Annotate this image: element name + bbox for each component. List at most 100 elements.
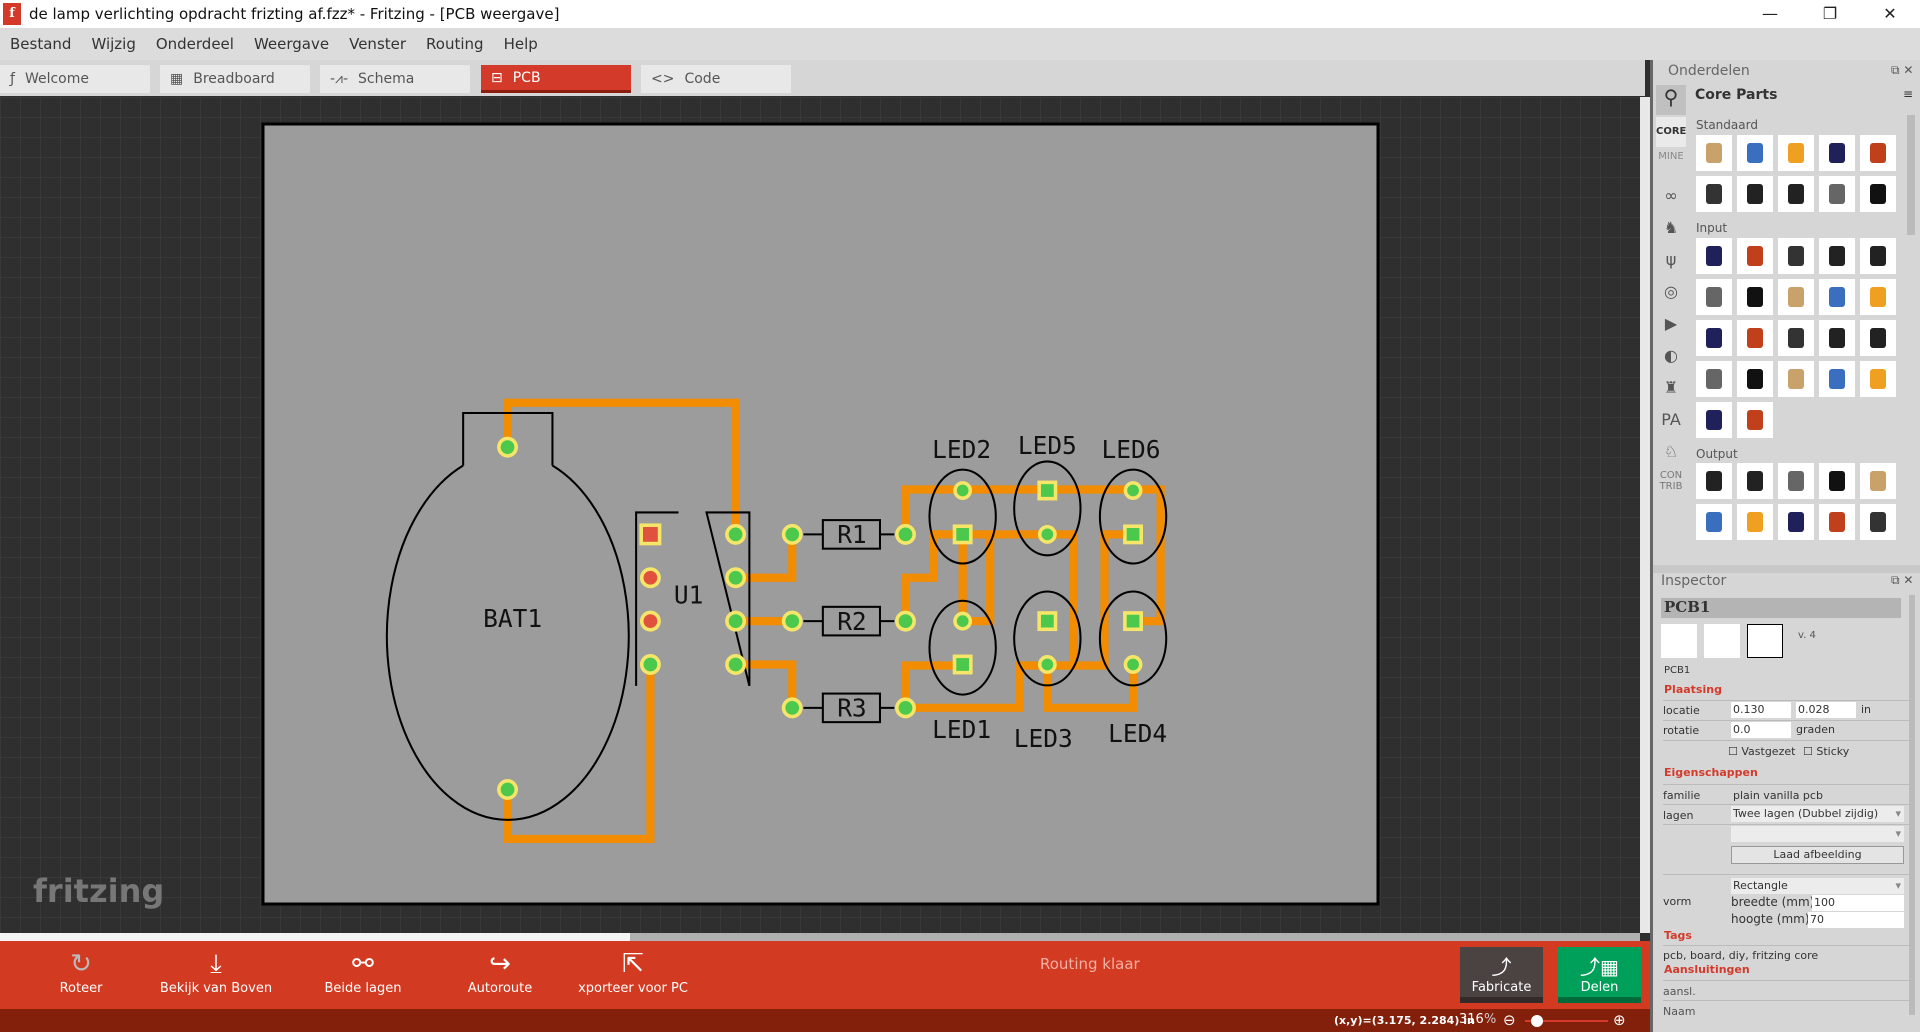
part-item[interactable] [1819,320,1855,356]
location-x-input[interactable]: 0.130 [1731,702,1791,718]
part-item[interactable] [1696,320,1732,356]
part-item[interactable] [1737,135,1773,171]
inspector-scrollbar[interactable] [1909,595,1915,1015]
pad [1037,480,1058,501]
share-button[interactable]: ⤴▦ Delen [1558,947,1641,1003]
part-icon [1870,369,1886,389]
part-item[interactable] [1737,176,1773,212]
part-item[interactable] [1737,463,1773,499]
part-item[interactable] [1860,504,1896,540]
part-item[interactable] [1860,279,1896,315]
close-button[interactable]: ✕ [1860,0,1920,28]
vertical-scrollbar[interactable] [1640,97,1650,933]
part-item[interactable] [1778,320,1814,356]
rotate-button[interactable]: ↻ Roteer [11,947,151,996]
part-item[interactable] [1860,238,1896,274]
part-item[interactable] [1860,135,1896,171]
panel-splitter[interactable] [1653,565,1920,573]
locked-checkbox[interactable]: ☐ Vastgezet [1728,745,1795,758]
family-row: familie plain vanilla pcb [1663,784,1913,804]
rotate-icon: ↻ [70,949,92,979]
autoroute-button[interactable]: ↪ Autoroute [430,947,570,996]
part-item[interactable] [1819,176,1855,212]
bin-contrib[interactable]: CON TRIB [1656,470,1686,492]
width-input[interactable]: 100 [1812,895,1904,911]
part-item[interactable] [1819,361,1855,397]
part-item[interactable] [1778,279,1814,315]
zoom-slider-handle[interactable] [1531,1015,1543,1027]
part-item[interactable] [1860,361,1896,397]
part-icon [1829,184,1845,204]
checkbox-label: Sticky [1816,745,1850,758]
part-item[interactable] [1737,361,1773,397]
bin-menu-icon[interactable]: ≡ [1903,87,1913,101]
part-item[interactable] [1778,504,1814,540]
rotation-input[interactable]: 0.0 [1731,722,1791,738]
pad [1037,655,1057,674]
both-layers-button[interactable]: ⚯ Beide lagen [293,947,433,996]
breadboard-image [1661,624,1697,658]
height-input[interactable]: 70 [1808,912,1904,928]
part-item[interactable] [1819,279,1855,315]
zoom-in-icon[interactable]: ⊕ [1613,1011,1626,1029]
bin-mine[interactable]: MINE [1656,151,1686,162]
name-row: Naam [1663,1000,1913,1020]
maximize-button[interactable]: ❐ [1800,0,1860,28]
part-item[interactable] [1737,504,1773,540]
part-item[interactable] [1696,463,1732,499]
part-item[interactable] [1819,504,1855,540]
part-item[interactable] [1778,135,1814,171]
part-item[interactable] [1778,361,1814,397]
pad [497,779,519,800]
part-item[interactable] [1737,320,1773,356]
view-from-above-button[interactable]: ⤓ Bekijk van Boven [146,947,286,996]
location-y-input[interactable]: 0.028 [1796,702,1856,718]
part-item[interactable] [1819,463,1855,499]
panel-float-close-icon[interactable]: ⧉ ✕ [1891,573,1913,588]
pad [1123,655,1143,674]
section-output: Output [1696,447,1738,461]
bin-icons[interactable]: ∞ ♞ ψ ◎ ▶ ◐ ♜ PA ♘ [1656,180,1686,470]
part-item[interactable] [1696,135,1732,171]
part-item[interactable] [1696,238,1732,274]
routing-status: Routing klaar [1040,955,1140,973]
fabricate-button[interactable]: ⤴ Fabricate [1460,947,1543,1003]
bin-core[interactable]: CORE [1656,117,1686,147]
pcb-board[interactable] [261,122,1380,906]
export-pcb-button[interactable]: ⇱ xporteer voor PC [563,947,703,996]
minimize-button[interactable]: — [1740,0,1800,28]
button-label: Delen [1580,980,1619,995]
row-label: locatie [1663,704,1700,717]
image-select[interactable]: ▾ [1731,826,1904,842]
part-item[interactable] [1737,279,1773,315]
part-item[interactable] [1737,238,1773,274]
parts-scrollbar[interactable] [1907,115,1915,235]
schematic-image [1704,624,1740,658]
part-item[interactable] [1696,176,1732,212]
part-item[interactable] [1778,238,1814,274]
select-value: Rectangle [1733,879,1788,892]
part-item[interactable] [1819,238,1855,274]
horizontal-scroll-thumb[interactable] [630,933,1640,941]
part-item[interactable] [1696,504,1732,540]
part-item[interactable] [1696,402,1732,438]
panel-float-close-icon[interactable]: ⧉ ✕ [1891,63,1913,78]
part-item[interactable] [1778,176,1814,212]
part-icon [1788,143,1804,163]
part-item[interactable] [1860,463,1896,499]
part-item[interactable] [1860,176,1896,212]
export-icon: ⇱ [622,949,644,979]
search-icon[interactable]: ⚲ [1656,85,1686,115]
zoom-out-icon[interactable]: ⊖ [1503,1011,1516,1029]
load-image-button[interactable]: Laad afbeelding [1731,846,1904,864]
row-label: Naam [1663,1005,1696,1018]
part-item[interactable] [1819,135,1855,171]
part-item[interactable] [1737,402,1773,438]
part-item[interactable] [1696,361,1732,397]
shape-select[interactable]: Rectangle ▾ [1731,878,1904,894]
layers-select[interactable]: Twee lagen (Dubbel zijdig) ▾ [1731,806,1904,822]
part-item[interactable] [1778,463,1814,499]
part-item[interactable] [1860,320,1896,356]
part-item[interactable] [1696,279,1732,315]
sticky-checkbox[interactable]: ☐ Sticky [1803,745,1849,758]
